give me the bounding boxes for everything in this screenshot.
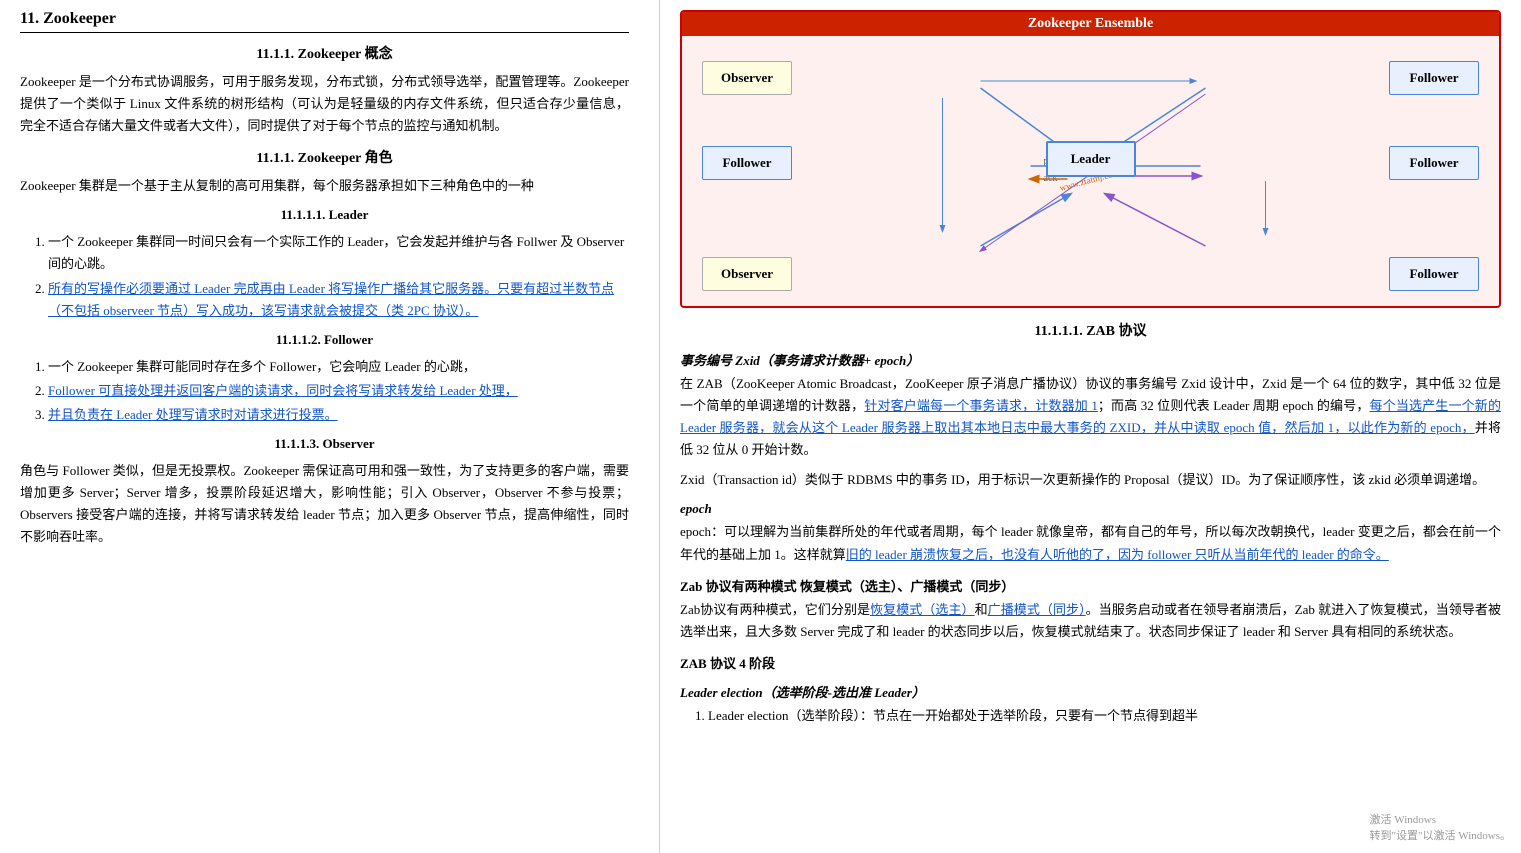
follower-tr-node: Follower: [1389, 61, 1479, 95]
zab4-heading: ZAB 协议 4 阶段: [680, 653, 1501, 672]
diagram-title: Zookeeper Ensemble: [682, 12, 1499, 36]
role-title: 11.1.1. Zookeeper 角色: [20, 147, 629, 167]
zxid-para: 在 ZAB（ZooKeeper Atomic Broadcast，ZooKeep…: [680, 373, 1501, 461]
list-item: Leader election（选举阶段）：节点在一开始都处于选举阶段，只要有一…: [708, 705, 1501, 727]
follower-mr-node: Follower: [1389, 146, 1479, 180]
observer-title: 11.1.1.3. Observer: [20, 436, 629, 452]
leader-title: 11.1.1.1. Leader: [20, 207, 629, 223]
zab-modes-para: Zab协议有两种模式，它们分别是恢复模式（选主）和广播模式（同步）。当服务启动或…: [680, 599, 1501, 643]
leader-list: 一个 Zookeeper 集群同一时间只会有一个实际工作的 Leader，它会发…: [20, 231, 629, 321]
list-item: 并且负责在 Leader 处理写请求时对请求进行投票。: [48, 404, 629, 426]
windows-watermark: 激活 Windows转到"设置"以激活 Windows。: [1370, 811, 1511, 843]
leader-election-list: Leader election（选举阶段）：节点在一开始都处于选举阶段，只要有一…: [680, 705, 1501, 727]
left-panel: 11. Zookeeper 11.1.1. Zookeeper 概念 Zooke…: [0, 0, 660, 853]
leader-election-heading: Leader election（选举阶段-选出准 Leader）: [680, 682, 1501, 701]
right-panel: Zookeeper Ensemble: [660, 0, 1521, 853]
zxid-heading: 事务编号 Zxid（事务请求计数器+ epoch）: [680, 350, 1501, 369]
zab-title: 11.1.1.1. ZAB 协议: [680, 320, 1501, 340]
epoch-para: epoch：可以理解为当前集群所处的年代或者周期，每个 leader 就像皇帝，…: [680, 521, 1501, 565]
epoch-heading: epoch: [680, 501, 1501, 517]
leader-node: Leader: [1046, 141, 1136, 177]
concept-para: Zookeeper 是一个分布式协调服务，可用于服务发现，分布式锁，分布式领导选…: [20, 71, 629, 137]
list-item: Follower 可直接处理并返回客户端的读请求，同时会将写请求转发给 Lead…: [48, 380, 629, 402]
zookeeper-diagram: Zookeeper Ensemble: [680, 10, 1501, 308]
observer-para: 角色与 Follower 类似，但是无投票权。Zookeeper 需保证高可用和…: [20, 460, 629, 548]
list-item: 一个 Zookeeper 集群可能同时存在多个 Follower，它会响应 Le…: [48, 356, 629, 378]
list-item: 所有的写操作必须要通过 Leader 完成再由 Leader 将写操作广播给其它…: [48, 278, 629, 322]
follower-ml-node: Follower: [702, 146, 792, 180]
follower-br-node: Follower: [1389, 257, 1479, 291]
observer-bl-node: Observer: [702, 257, 792, 291]
section-title: 11. Zookeeper: [20, 10, 629, 33]
observer-tl-node: Observer: [702, 61, 792, 95]
zxid-para2: Zxid（Transaction id）类似于 RDBMS 中的事务 ID，用于…: [680, 469, 1501, 491]
follower-title: 11.1.1.2. Follower: [20, 332, 629, 348]
concept-title: 11.1.1. Zookeeper 概念: [20, 43, 629, 63]
follower-list: 一个 Zookeeper 集群可能同时存在多个 Follower，它会响应 Le…: [20, 356, 629, 426]
zab-modes-heading: Zab 协议有两种模式 恢复模式（选主）、广播模式（同步）: [680, 576, 1501, 595]
list-item: 一个 Zookeeper 集群同一时间只会有一个实际工作的 Leader，它会发…: [48, 231, 629, 275]
diagram-inner: ping ack: [692, 46, 1489, 296]
role-para: Zookeeper 集群是一个基于主从复制的高可用集群，每个服务器承担如下三种角…: [20, 175, 629, 197]
